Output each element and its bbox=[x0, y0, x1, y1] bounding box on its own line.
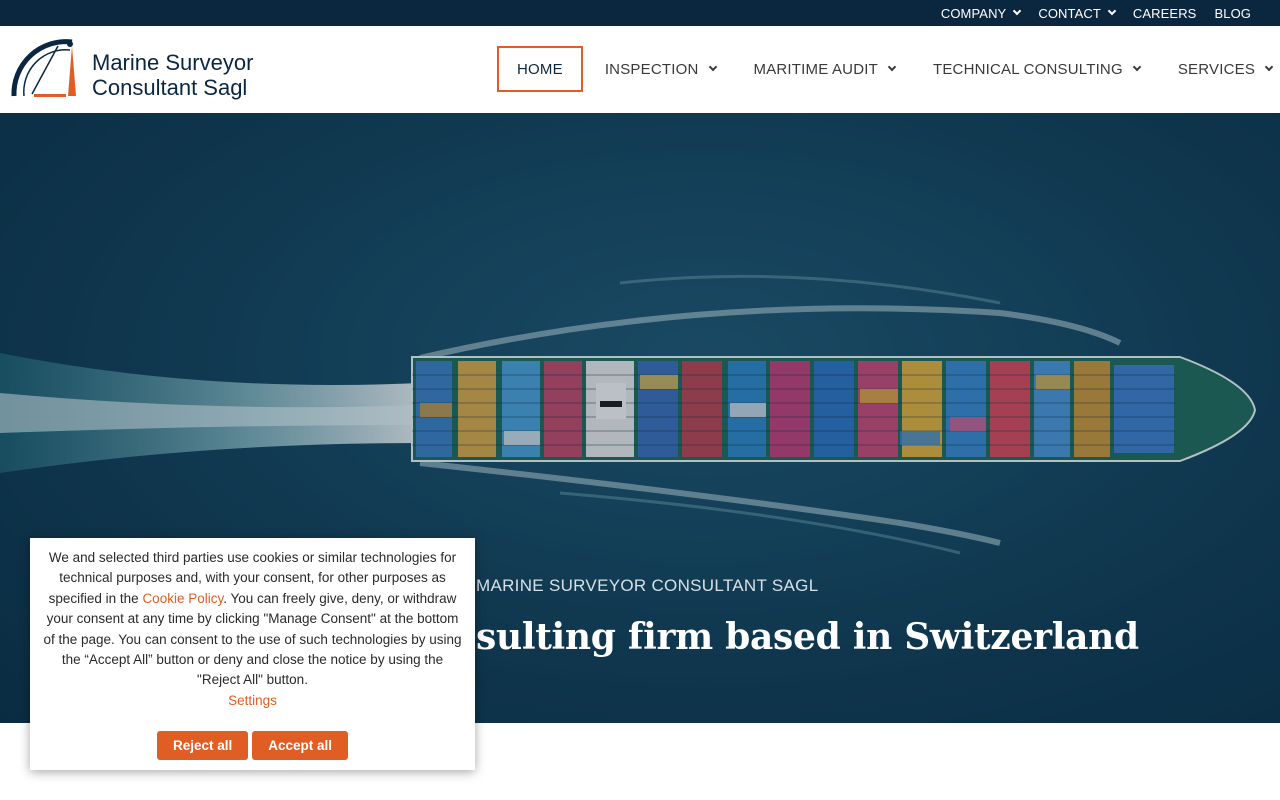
nav-item-maritime-audit[interactable]: MARITIME AUDIT bbox=[753, 46, 897, 92]
utility-item-careers[interactable]: CAREERS bbox=[1133, 6, 1197, 21]
hero-title: sulting firm based in Switzerland bbox=[476, 616, 1139, 658]
utility-item-label: BLOG bbox=[1214, 5, 1251, 21]
top-utility-bar: COMPANY CONTACT CAREERS BLOG bbox=[0, 0, 1280, 26]
cookie-buttons: Reject all Accept all bbox=[30, 731, 475, 760]
utility-item-blog[interactable]: BLOG bbox=[1214, 6, 1251, 21]
accept-all-button[interactable]: Accept all bbox=[252, 731, 349, 760]
utility-item-label: COMPANY bbox=[940, 5, 1007, 21]
nav-item-inspection[interactable]: INSPECTION bbox=[604, 46, 717, 92]
nav-item-label: INSPECTION bbox=[604, 60, 699, 78]
utility-item-company[interactable]: COMPANY bbox=[940, 5, 1022, 21]
hero-kicker: MARINE SURVEYOR CONSULTANT SAGL bbox=[476, 576, 819, 595]
nav-item-services[interactable]: SERVICES bbox=[1177, 46, 1274, 92]
cookie-settings-link[interactable]: Settings bbox=[40, 691, 465, 711]
nav-item-label: MARITIME AUDIT bbox=[753, 60, 878, 78]
site-logo[interactable]: Marine Surveyor Consultant Sagl bbox=[10, 36, 270, 102]
utility-item-label: CONTACT bbox=[1038, 5, 1101, 21]
nav-item-technical-consulting[interactable]: TECHNICAL CONSULTING bbox=[932, 46, 1142, 92]
reject-all-button[interactable]: Reject all bbox=[156, 731, 249, 760]
nav-item-label: SERVICES bbox=[1177, 60, 1256, 78]
main-navigation: HOME INSPECTION MARITIME AUDIT TECHNICAL… bbox=[497, 46, 1274, 92]
chevron-down-icon bbox=[1132, 62, 1142, 72]
utility-item-label: CAREERS bbox=[1132, 5, 1197, 21]
utility-item-contact[interactable]: CONTACT bbox=[1038, 5, 1117, 21]
logo-line-1: Marine Surveyor bbox=[92, 50, 254, 75]
nav-item-home[interactable]: HOME bbox=[497, 46, 583, 92]
site-header: Marine Surveyor Consultant Sagl HOME INS… bbox=[0, 26, 1280, 113]
nav-item-label: HOME bbox=[517, 60, 563, 78]
nav-item-label: TECHNICAL CONSULTING bbox=[932, 60, 1123, 78]
logo-line-2: Consultant Sagl bbox=[92, 75, 248, 100]
chevron-down-icon bbox=[1107, 6, 1117, 16]
utility-menu: COMPANY CONTACT CAREERS BLOG bbox=[923, 0, 1251, 26]
cookie-policy-link[interactable]: Cookie Policy bbox=[142, 591, 223, 606]
compass-logo-icon bbox=[11, 39, 76, 97]
chevron-down-icon bbox=[887, 62, 897, 72]
cookie-notice-text: We and selected third parties use cookie… bbox=[40, 548, 465, 691]
logo-wordmark: Marine Surveyor Consultant Sagl bbox=[92, 50, 253, 100]
chevron-down-icon bbox=[1264, 62, 1274, 72]
cookie-banner: We and selected third parties use cookie… bbox=[30, 538, 475, 770]
chevron-down-icon bbox=[708, 62, 717, 72]
chevron-down-icon bbox=[1013, 6, 1022, 16]
